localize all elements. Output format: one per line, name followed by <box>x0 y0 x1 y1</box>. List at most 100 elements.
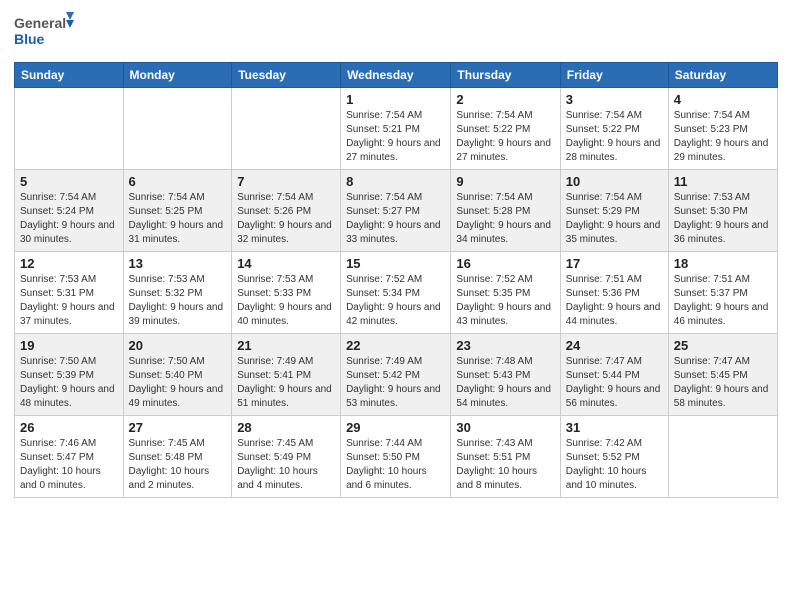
day-number: 30 <box>456 420 554 435</box>
day-cell <box>15 88 124 170</box>
day-cell: 16 Sunrise: 7:52 AMSunset: 5:35 PMDayligh… <box>451 252 560 334</box>
svg-text:Blue: Blue <box>14 31 45 47</box>
day-number: 13 <box>129 256 227 271</box>
day-cell: 31 Sunrise: 7:42 AMSunset: 5:52 PMDayligh… <box>560 416 668 498</box>
day-number: 29 <box>346 420 445 435</box>
day-info: Sunrise: 7:46 AMSunset: 5:47 PMDaylight:… <box>20 437 118 493</box>
week-row-5: 26 Sunrise: 7:46 AMSunset: 5:47 PMDayligh… <box>15 416 778 498</box>
generalblue-logo: General Blue <box>14 10 74 54</box>
day-cell: 27 Sunrise: 7:45 AMSunset: 5:48 PMDayligh… <box>123 416 232 498</box>
day-number: 4 <box>674 92 772 107</box>
day-cell: 5Sunrise: 7:54 AMSunset: 5:24 PMDaylight… <box>15 170 124 252</box>
day-cell: 24Sunrise: 7:47 AMSunset: 5:44 PMDayligh… <box>560 334 668 416</box>
day-info: Sunrise: 7:53 AMSunset: 5:30 PMDaylight:… <box>674 191 772 247</box>
col-header-friday: Friday <box>560 63 668 88</box>
day-cell: 21Sunrise: 7:49 AMSunset: 5:41 PMDayligh… <box>232 334 341 416</box>
day-number: 1 <box>346 92 445 107</box>
day-info: Sunrise: 7:54 AMSunset: 5:22 PMDaylight:… <box>456 109 554 165</box>
day-info: Sunrise: 7:45 AMSunset: 5:49 PMDaylight:… <box>237 437 335 493</box>
header-row: SundayMondayTuesdayWednesdayThursdayFrid… <box>15 63 778 88</box>
day-cell: 4 Sunrise: 7:54 AMSunset: 5:23 PMDaylight… <box>668 88 777 170</box>
day-info: Sunrise: 7:51 AMSunset: 5:36 PMDaylight:… <box>566 273 663 329</box>
day-info: Sunrise: 7:54 AMSunset: 5:29 PMDaylight:… <box>566 191 663 247</box>
col-header-tuesday: Tuesday <box>232 63 341 88</box>
day-info: Sunrise: 7:43 AMSunset: 5:51 PMDaylight:… <box>456 437 554 493</box>
day-number: 23 <box>456 338 554 353</box>
day-cell: 13 Sunrise: 7:53 AMSunset: 5:32 PMDayligh… <box>123 252 232 334</box>
day-cell: 15Sunrise: 7:52 AMSunset: 5:34 PMDayligh… <box>341 252 451 334</box>
day-cell: 26 Sunrise: 7:46 AMSunset: 5:47 PMDayligh… <box>15 416 124 498</box>
day-cell: 30 Sunrise: 7:43 AMSunset: 5:51 PMDayligh… <box>451 416 560 498</box>
day-number: 16 <box>456 256 554 271</box>
day-info: Sunrise: 7:49 AMSunset: 5:42 PMDaylight:… <box>346 355 445 411</box>
col-header-wednesday: Wednesday <box>341 63 451 88</box>
day-cell: 20 Sunrise: 7:50 AMSunset: 5:40 PMDayligh… <box>123 334 232 416</box>
logo: General Blue <box>14 10 74 54</box>
day-info: Sunrise: 7:44 AMSunset: 5:50 PMDaylight:… <box>346 437 445 493</box>
day-info: Sunrise: 7:47 AMSunset: 5:45 PMDaylight:… <box>674 355 772 411</box>
day-number: 15 <box>346 256 445 271</box>
day-number: 25 <box>674 338 772 353</box>
day-number: 12 <box>20 256 118 271</box>
week-row-3: 12Sunrise: 7:53 AMSunset: 5:31 PMDayligh… <box>15 252 778 334</box>
day-cell: 1 Sunrise: 7:54 AMSunset: 5:21 PMDaylight… <box>341 88 451 170</box>
col-header-saturday: Saturday <box>668 63 777 88</box>
day-info: Sunrise: 7:42 AMSunset: 5:52 PMDaylight:… <box>566 437 663 493</box>
day-info: Sunrise: 7:54 AMSunset: 5:24 PMDaylight:… <box>20 191 118 247</box>
day-number: 18 <box>674 256 772 271</box>
day-cell <box>668 416 777 498</box>
day-cell: 22 Sunrise: 7:49 AMSunset: 5:42 PMDayligh… <box>341 334 451 416</box>
day-number: 31 <box>566 420 663 435</box>
day-info: Sunrise: 7:45 AMSunset: 5:48 PMDaylight:… <box>129 437 227 493</box>
day-info: Sunrise: 7:54 AMSunset: 5:23 PMDaylight:… <box>674 109 772 165</box>
day-info: Sunrise: 7:53 AMSunset: 5:32 PMDaylight:… <box>129 273 227 329</box>
day-number: 8 <box>346 174 445 189</box>
day-cell: 28 Sunrise: 7:45 AMSunset: 5:49 PMDayligh… <box>232 416 341 498</box>
day-number: 17 <box>566 256 663 271</box>
day-cell: 2 Sunrise: 7:54 AMSunset: 5:22 PMDaylight… <box>451 88 560 170</box>
header: General Blue <box>14 10 778 54</box>
day-info: Sunrise: 7:48 AMSunset: 5:43 PMDaylight:… <box>456 355 554 411</box>
week-row-2: 5Sunrise: 7:54 AMSunset: 5:24 PMDaylight… <box>15 170 778 252</box>
day-number: 27 <box>129 420 227 435</box>
day-info: Sunrise: 7:52 AMSunset: 5:35 PMDaylight:… <box>456 273 554 329</box>
week-row-1: 1 Sunrise: 7:54 AMSunset: 5:21 PMDaylight… <box>15 88 778 170</box>
day-cell: 18 Sunrise: 7:51 AMSunset: 5:37 PMDayligh… <box>668 252 777 334</box>
day-cell: 19Sunrise: 7:50 AMSunset: 5:39 PMDayligh… <box>15 334 124 416</box>
calendar: SundayMondayTuesdayWednesdayThursdayFrid… <box>14 62 778 498</box>
day-cell: 3 Sunrise: 7:54 AMSunset: 5:22 PMDaylight… <box>560 88 668 170</box>
day-number: 3 <box>566 92 663 107</box>
day-info: Sunrise: 7:50 AMSunset: 5:39 PMDaylight:… <box>20 355 118 411</box>
day-cell: 12Sunrise: 7:53 AMSunset: 5:31 PMDayligh… <box>15 252 124 334</box>
day-cell: 11Sunrise: 7:53 AMSunset: 5:30 PMDayligh… <box>668 170 777 252</box>
day-number: 14 <box>237 256 335 271</box>
day-info: Sunrise: 7:53 AMSunset: 5:33 PMDaylight:… <box>237 273 335 329</box>
page: General Blue SundayMondayTuesdayWednesda… <box>0 0 792 612</box>
day-info: Sunrise: 7:54 AMSunset: 5:25 PMDaylight:… <box>129 191 227 247</box>
day-number: 22 <box>346 338 445 353</box>
day-number: 2 <box>456 92 554 107</box>
day-info: Sunrise: 7:49 AMSunset: 5:41 PMDaylight:… <box>237 355 335 411</box>
day-cell: 7 Sunrise: 7:54 AMSunset: 5:26 PMDaylight… <box>232 170 341 252</box>
day-cell <box>232 88 341 170</box>
day-number: 26 <box>20 420 118 435</box>
day-cell: 10Sunrise: 7:54 AMSunset: 5:29 PMDayligh… <box>560 170 668 252</box>
day-info: Sunrise: 7:54 AMSunset: 5:22 PMDaylight:… <box>566 109 663 165</box>
col-header-monday: Monday <box>123 63 232 88</box>
day-number: 6 <box>129 174 227 189</box>
day-number: 7 <box>237 174 335 189</box>
day-info: Sunrise: 7:54 AMSunset: 5:21 PMDaylight:… <box>346 109 445 165</box>
day-info: Sunrise: 7:51 AMSunset: 5:37 PMDaylight:… <box>674 273 772 329</box>
day-number: 20 <box>129 338 227 353</box>
week-row-4: 19Sunrise: 7:50 AMSunset: 5:39 PMDayligh… <box>15 334 778 416</box>
day-info: Sunrise: 7:50 AMSunset: 5:40 PMDaylight:… <box>129 355 227 411</box>
day-cell: 23 Sunrise: 7:48 AMSunset: 5:43 PMDayligh… <box>451 334 560 416</box>
day-info: Sunrise: 7:54 AMSunset: 5:27 PMDaylight:… <box>346 191 445 247</box>
day-cell: 6 Sunrise: 7:54 AMSunset: 5:25 PMDaylight… <box>123 170 232 252</box>
day-info: Sunrise: 7:47 AMSunset: 5:44 PMDaylight:… <box>566 355 663 411</box>
day-info: Sunrise: 7:54 AMSunset: 5:26 PMDaylight:… <box>237 191 335 247</box>
col-header-thursday: Thursday <box>451 63 560 88</box>
day-cell: 25 Sunrise: 7:47 AMSunset: 5:45 PMDayligh… <box>668 334 777 416</box>
day-cell <box>123 88 232 170</box>
day-number: 28 <box>237 420 335 435</box>
